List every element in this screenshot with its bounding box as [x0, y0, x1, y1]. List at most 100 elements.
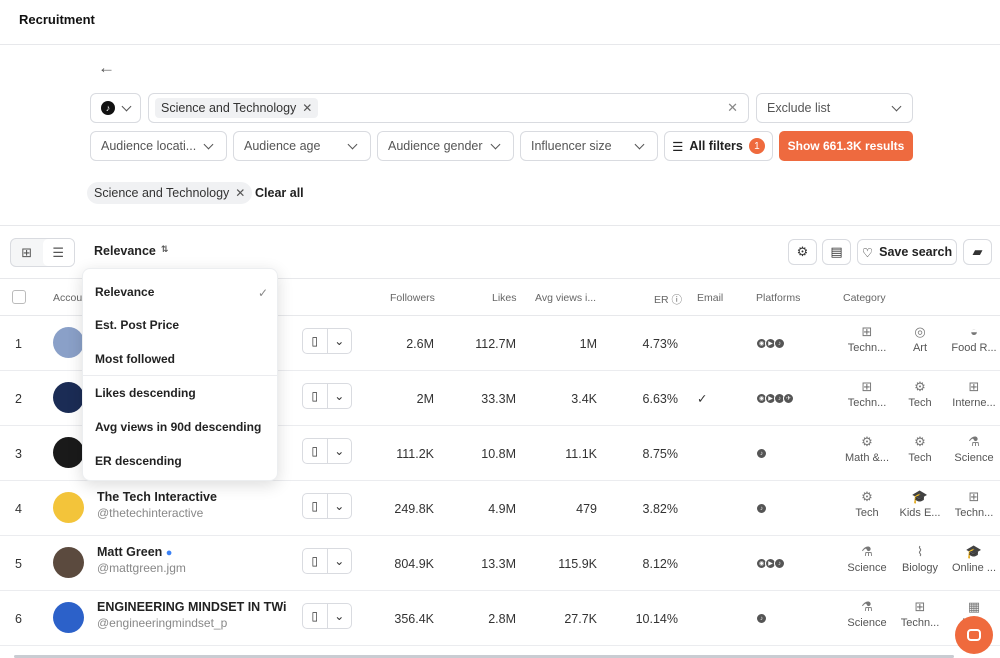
bookmark-icon[interactable]: ▯: [303, 494, 328, 518]
category-label: Math &...: [844, 452, 890, 464]
row-index: 1: [15, 337, 22, 351]
column-header-avg-views[interactable]: Avg views i...: [535, 292, 596, 304]
table-row[interactable]: 4 The Tech Interactive @thetechinteractive…: [0, 481, 1000, 536]
platform-icons: ♪: [756, 448, 767, 459]
followers-value: 2M: [416, 392, 434, 406]
all-filters-button[interactable]: ☰ All filters 1: [664, 131, 773, 161]
category-label: Online ...: [951, 562, 997, 574]
category-label: Tech: [855, 507, 879, 519]
avatar[interactable]: [53, 327, 84, 358]
bookmark-icon[interactable]: ▯: [303, 549, 328, 573]
category-icon: ⚗: [861, 599, 873, 614]
category-icon: 🎓: [911, 489, 929, 504]
audience-location-filter[interactable]: Audience locati...: [90, 131, 227, 161]
followers-value: 804.9K: [394, 557, 434, 571]
chevron-down-icon[interactable]: ⌄: [328, 439, 352, 463]
column-header-er[interactable]: ER ⓘ: [654, 292, 682, 307]
row-index: 3: [15, 447, 22, 461]
clear-all-button[interactable]: Clear all: [255, 186, 304, 200]
platform-icons: ◉ ▶ ♪ ✈: [756, 393, 794, 404]
category-icon: ⚙: [861, 434, 873, 449]
column-header-account[interactable]: Accou: [53, 292, 82, 304]
category-icon: ⊞: [968, 489, 980, 504]
avatar[interactable]: [53, 382, 84, 413]
bookmark-icon[interactable]: ▯: [303, 329, 328, 353]
sort-option-est-post-price[interactable]: Est. Post Price: [95, 318, 179, 332]
chevron-down-icon[interactable]: ⌄: [328, 549, 352, 573]
category-tag: ◒ Food R...: [944, 324, 1000, 354]
influencer-size-filter[interactable]: Influencer size: [520, 131, 658, 161]
back-arrow-icon[interactable]: ←: [98, 58, 115, 78]
grid-view-icon[interactable]: ⊞: [11, 239, 43, 266]
category-label: Interne...: [952, 397, 996, 409]
chevron-down-icon[interactable]: ⌄: [328, 604, 352, 628]
platform-icon: ✈: [783, 393, 794, 404]
bookmark-icon[interactable]: ▯: [303, 384, 328, 408]
search-chip: Science and Technology ✕: [155, 98, 319, 118]
account-name[interactable]: The Tech Interactive: [97, 490, 217, 504]
sort-label: Relevance: [94, 244, 156, 258]
account-handle: @thetechinteractive: [97, 506, 204, 520]
sort-option-avg-views-descending[interactable]: Avg views in 90d descending: [95, 420, 261, 434]
category-icon: ⊞: [914, 599, 926, 614]
audience-age-label: Audience age: [244, 139, 321, 153]
column-header-platforms[interactable]: Platforms: [756, 292, 800, 304]
audience-gender-filter[interactable]: Audience gender: [377, 131, 514, 161]
sort-option-er-descending[interactable]: ER descending: [95, 454, 182, 468]
column-header-category[interactable]: Category: [843, 292, 886, 304]
platform-select[interactable]: ♪: [90, 93, 141, 123]
list-view-icon[interactable]: ☰: [42, 239, 74, 266]
category-tag: ⚗ Science: [837, 599, 897, 629]
sort-option-most-followed[interactable]: Most followed: [95, 352, 175, 366]
avatar[interactable]: [53, 602, 84, 633]
settings-gear-icon[interactable]: ⚙: [788, 239, 817, 265]
account-name-label: The Tech Interactive: [97, 490, 217, 504]
remove-chip-icon[interactable]: ✕: [302, 101, 312, 115]
audience-age-filter[interactable]: Audience age: [233, 131, 371, 161]
avatar[interactable]: [53, 547, 84, 578]
chat-support-icon[interactable]: [955, 616, 993, 654]
column-header-likes[interactable]: Likes: [492, 292, 517, 304]
chevron-down-icon: [347, 139, 358, 149]
table-row[interactable]: 6 ENGINEERING MINDSET IN TWi @engineeringm…: [0, 591, 1000, 646]
category-icon: ⊞: [861, 324, 873, 339]
account-name[interactable]: Matt Green ●: [97, 545, 172, 559]
info-icon: ⓘ: [671, 294, 683, 306]
sort-option-relevance[interactable]: Relevance: [95, 285, 154, 299]
category-icon: ⚙: [914, 434, 926, 449]
chevron-down-icon[interactable]: ⌄: [328, 494, 352, 518]
category-label: Techn...: [847, 397, 887, 409]
bookmark-icon[interactable]: ▯: [303, 439, 328, 463]
filters-divider: [0, 225, 1000, 226]
bookmark-control: ▯ ⌄: [302, 438, 352, 464]
email-check-icon: ✓: [697, 392, 708, 406]
remove-filter-icon[interactable]: ✕: [235, 186, 245, 200]
category-icon: ◒: [970, 324, 978, 339]
category-tag: 🎓 Online ...: [944, 544, 1000, 574]
bookmark-icon[interactable]: ▯: [303, 604, 328, 628]
table-row[interactable]: 5 Matt Green ● @mattgreen.jgm ▯ ⌄ 804.9K 13.3M…: [0, 536, 1000, 591]
all-filters-label: All filters: [689, 139, 743, 153]
platform-icon: ♪: [756, 448, 767, 459]
er-value: 6.63%: [642, 392, 678, 406]
avatar[interactable]: [53, 437, 84, 468]
platform-icon: ♪: [756, 613, 767, 624]
chevron-down-icon[interactable]: ⌄: [328, 384, 352, 408]
check-icon: ✓: [257, 286, 268, 300]
column-header-followers[interactable]: Followers: [390, 292, 435, 304]
chevron-down-icon[interactable]: ⌄: [328, 329, 352, 353]
sort-dropdown-button[interactable]: Relevance ⇅: [94, 244, 168, 258]
show-results-button[interactable]: Show 661.3K results: [779, 131, 913, 161]
exclude-list-select[interactable]: Exclude list: [756, 93, 913, 123]
keyword-search-input[interactable]: Science and Technology ✕ ✕: [148, 93, 749, 123]
save-search-button[interactable]: ♡ Save search: [857, 239, 957, 265]
avatar[interactable]: [53, 492, 84, 523]
account-name[interactable]: ENGINEERING MINDSET IN TWi: [97, 600, 286, 614]
verified-icon: ●: [165, 547, 173, 559]
column-header-email[interactable]: Email: [697, 292, 723, 304]
select-all-checkbox[interactable]: [12, 290, 26, 304]
export-csv-icon[interactable]: ▤: [822, 239, 851, 265]
sort-option-likes-descending[interactable]: Likes descending: [95, 386, 196, 400]
folder-icon[interactable]: ▰: [963, 239, 992, 265]
clear-search-icon[interactable]: ✕: [727, 100, 738, 116]
